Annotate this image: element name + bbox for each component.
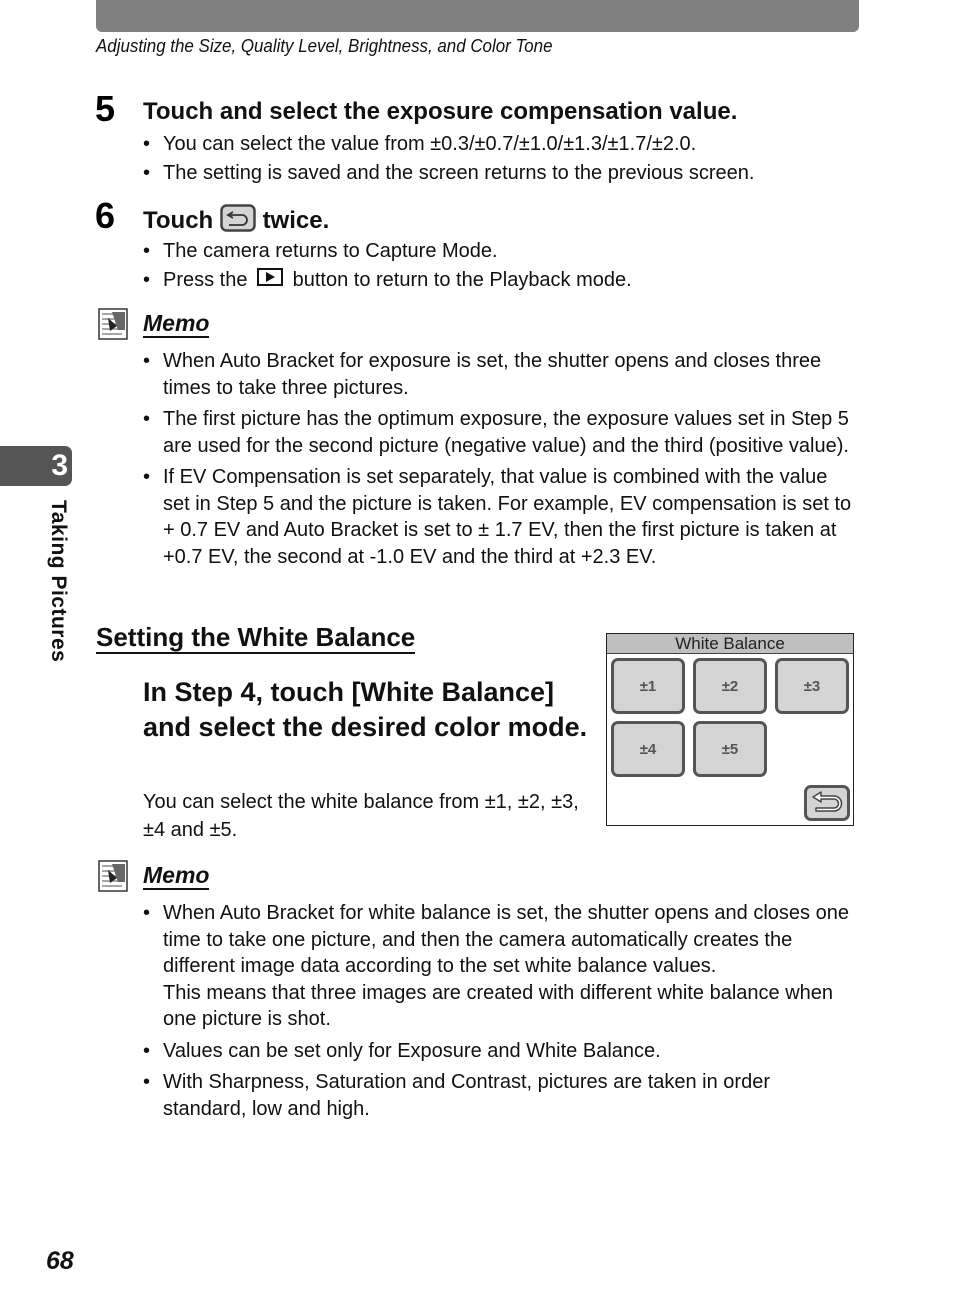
playback-icon	[257, 267, 284, 294]
header-bar	[96, 0, 859, 32]
list-item: • Press the button to return to the Playb…	[143, 267, 863, 294]
screen-title: White Balance	[607, 634, 853, 654]
memo-heading: Memo	[98, 860, 210, 892]
back-button-icon	[220, 204, 256, 239]
page-number: 68	[46, 1247, 74, 1275]
instruction-text: You can select the white balance from ±1…	[143, 791, 579, 841]
chapter-tab: 3	[0, 446, 72, 486]
back-button[interactable]	[804, 785, 850, 821]
instruction-heading: In Step 4, touch [White Balance] and sel…	[143, 677, 588, 742]
list-item: • When Auto Bracket for exposure is set, …	[143, 350, 822, 399]
section-title: Setting the White Balance	[96, 622, 416, 654]
list-item: • With Sharpness, Saturation and Contrast…	[143, 1071, 770, 1120]
memo-label: Memo	[143, 310, 210, 338]
memo-label: Memo	[143, 862, 210, 890]
list-item: • Values can be set only for Exposure and…	[143, 1039, 661, 1062]
memo-icon	[98, 860, 128, 892]
list-item: • You can select the value from ±0.3/±0.7…	[143, 133, 697, 155]
list-item: • The setting is saved and the screen ret…	[143, 161, 755, 184]
back-arrow-icon	[810, 789, 844, 818]
chapter-title: Taking Pictures	[47, 500, 70, 663]
white-balance-screen: White Balance ±1 ±2 ±3 ±4 ±5	[606, 633, 854, 826]
memo-1-bullets: • When Auto Bracket for exposure is set, …	[143, 348, 855, 575]
step-6-bullets: • The camera returns to Capture Mode. • Pr…	[143, 238, 863, 295]
list-item: • If EV Compensation is set separately, t…	[143, 466, 852, 568]
wb-option-5[interactable]: ±5	[693, 721, 767, 777]
step-title: Touch twice.	[143, 204, 329, 239]
step-number: 6	[95, 195, 116, 236]
list-item: • The camera returns to Capture Mode.	[143, 240, 498, 262]
running-title: Adjusting the Size, Quality Level, Brigh…	[96, 36, 553, 56]
step-5-bullets: • You can select the value from ±0.3/±0.7…	[143, 131, 863, 188]
step-title: Touch and select the exposure compensati…	[143, 98, 738, 125]
chapter-number: 3	[51, 449, 68, 482]
wb-option-3[interactable]: ±3	[775, 658, 849, 714]
step-number: 5	[95, 88, 116, 129]
memo-icon	[98, 308, 128, 340]
memo-heading: Memo	[98, 308, 210, 340]
wb-option-1[interactable]: ±1	[611, 658, 685, 714]
list-item: • When Auto Bracket for white balance is …	[143, 902, 849, 1030]
list-item: • The first picture has the optimum expos…	[143, 408, 849, 457]
memo-2-bullets: • When Auto Bracket for white balance is …	[143, 900, 855, 1127]
wb-option-4[interactable]: ±4	[611, 721, 685, 777]
wb-option-2[interactable]: ±2	[693, 658, 767, 714]
